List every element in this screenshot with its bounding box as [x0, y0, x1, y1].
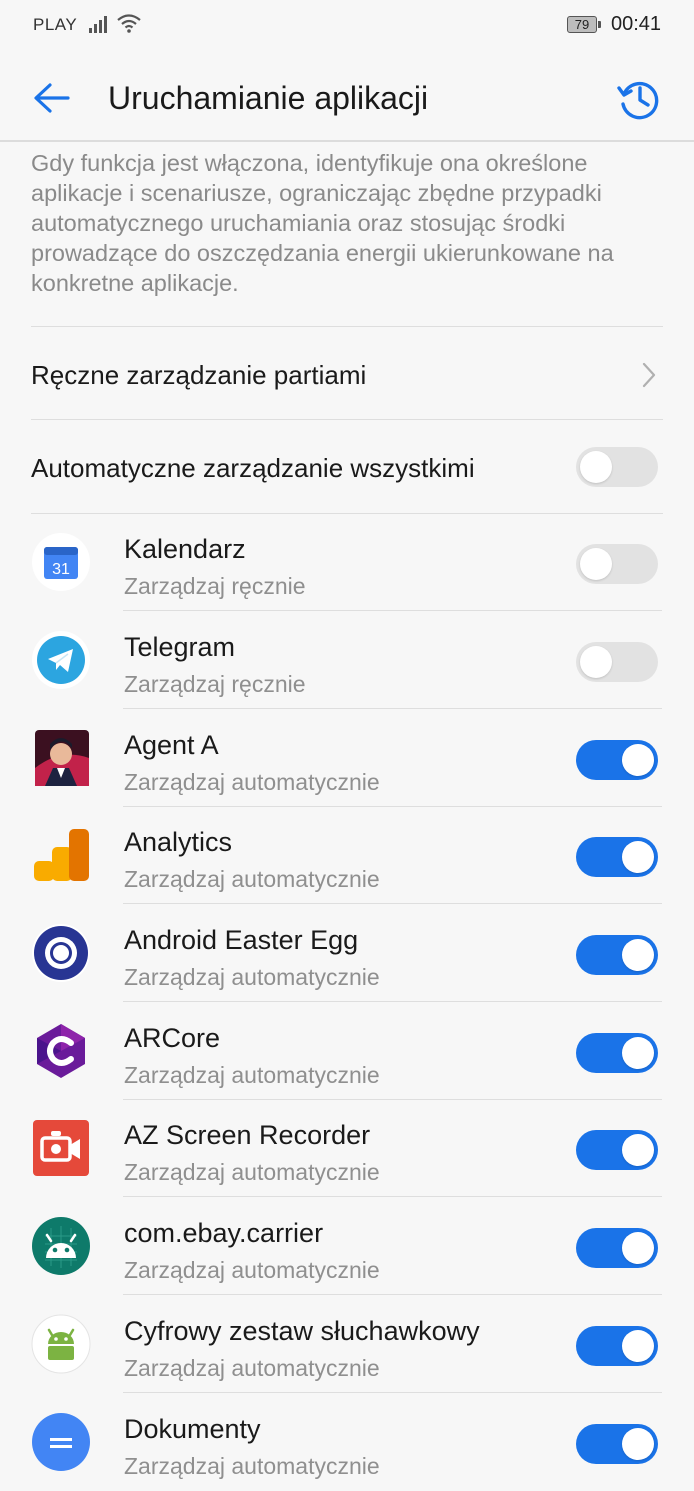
manual-batch-row[interactable]: Ręczne zarządzanie partiami	[0, 327, 694, 419]
app-name: Kalendarz	[124, 534, 246, 564]
app-name: AZ Screen Recorder	[124, 1120, 371, 1150]
back-arrow-icon[interactable]	[28, 76, 76, 120]
app-name: Agent A	[124, 730, 219, 760]
page-title: Uruchamianie aplikacji	[108, 80, 429, 116]
svg-text:31: 31	[52, 561, 70, 578]
app-status: Zarządzaj automatycznie	[124, 1159, 380, 1185]
battery-level: 79	[574, 17, 590, 32]
divider	[123, 903, 662, 904]
app-status: Zarządzaj automatycznie	[124, 866, 380, 892]
app-status: Zarządzaj ręcznie	[124, 573, 306, 599]
telegram-icon	[32, 631, 90, 689]
app-status: Zarządzaj automatycznie	[124, 769, 380, 795]
carrier-label: PLAY	[33, 15, 78, 34]
app-toggle[interactable]	[576, 1228, 658, 1268]
app-status: Zarządzaj ręcznie	[124, 671, 306, 697]
android-icon	[31, 1314, 91, 1374]
list-item: com.ebay.carrier Zarządzaj automatycznie	[0, 1198, 694, 1295]
list-item: Analytics Zarządzaj automatycznie	[0, 807, 694, 904]
arcore-icon	[37, 1024, 85, 1078]
divider	[123, 1196, 662, 1197]
list-item: AZ Screen Recorder Zarządzaj automatyczn…	[0, 1100, 694, 1197]
app-toggle[interactable]	[576, 642, 658, 682]
divider	[123, 1294, 662, 1295]
app-toggle[interactable]	[576, 935, 658, 975]
list-item: Agent A Zarządzaj automatycznie	[0, 710, 694, 807]
app-toggle[interactable]	[576, 1130, 658, 1170]
screen-recorder-icon	[33, 1120, 89, 1176]
divider	[123, 1001, 662, 1002]
list-item: ARCore Zarządzaj automatycznie	[0, 1003, 694, 1100]
divider	[123, 708, 662, 709]
clock: 00:41	[611, 13, 662, 35]
signal-icon	[89, 16, 107, 33]
agent-a-icon	[35, 730, 89, 786]
android-icon	[32, 1217, 90, 1275]
auto-manage-all-row: Automatyczne zarządzanie wszystkimi	[0, 420, 694, 513]
list-item: 31 Kalendarz Zarządzaj ręcznie	[0, 514, 694, 611]
app-name: Analytics	[124, 827, 233, 857]
app-bar: Uruchamianie aplikacji	[0, 52, 694, 140]
app-name: Telegram	[124, 632, 236, 662]
app-status: Zarządzaj automatycznie	[124, 1453, 380, 1479]
app-status: Zarządzaj automatycznie	[124, 1257, 380, 1283]
app-toggle[interactable]	[576, 1033, 658, 1073]
status-bar: PLAY 79 00:41	[0, 0, 694, 52]
list-item: Dokumenty Zarządzaj automatycznie	[0, 1394, 694, 1491]
divider	[123, 610, 662, 611]
app-toggle[interactable]	[576, 1326, 658, 1366]
app-toggle[interactable]	[576, 837, 658, 877]
app-name: com.ebay.carrier	[124, 1218, 324, 1248]
feature-description: Gdy funkcja jest włączona, identyfikuje …	[31, 150, 614, 296]
app-name: ARCore	[124, 1023, 221, 1053]
chevron-right-icon	[642, 362, 656, 388]
app-toggle[interactable]	[576, 1424, 658, 1464]
app-name: Cyfrowy zestaw słuchawkowy	[124, 1316, 480, 1346]
auto-manage-all-toggle[interactable]	[576, 447, 658, 487]
list-item: Android Easter Egg Zarządzaj automatyczn…	[0, 905, 694, 1002]
history-icon[interactable]	[614, 74, 664, 124]
list-item: Telegram Zarządzaj ręcznie	[0, 612, 694, 709]
docs-icon	[32, 1413, 90, 1471]
app-name: Dokumenty	[124, 1414, 261, 1444]
calendar-icon: 31	[32, 533, 90, 591]
list-item: Cyfrowy zestaw słuchawkowy Zarządzaj aut…	[0, 1296, 694, 1393]
app-status: Zarządzaj automatycznie	[124, 964, 380, 990]
app-toggle[interactable]	[576, 740, 658, 780]
easter-egg-icon	[32, 924, 90, 982]
battery-icon: 79	[567, 16, 603, 35]
wifi-icon	[117, 14, 141, 33]
divider	[123, 1392, 662, 1393]
app-name: Android Easter Egg	[124, 925, 359, 955]
analytics-icon	[34, 829, 89, 881]
manual-batch-label: Ręczne zarządzanie partiami	[31, 360, 367, 390]
app-status: Zarządzaj automatycznie	[124, 1062, 380, 1088]
app-status: Zarządzaj automatycznie	[124, 1355, 380, 1381]
auto-manage-all-label: Automatyczne zarządzanie wszystkimi	[31, 453, 475, 483]
app-toggle[interactable]	[576, 544, 658, 584]
header-divider	[0, 140, 694, 142]
